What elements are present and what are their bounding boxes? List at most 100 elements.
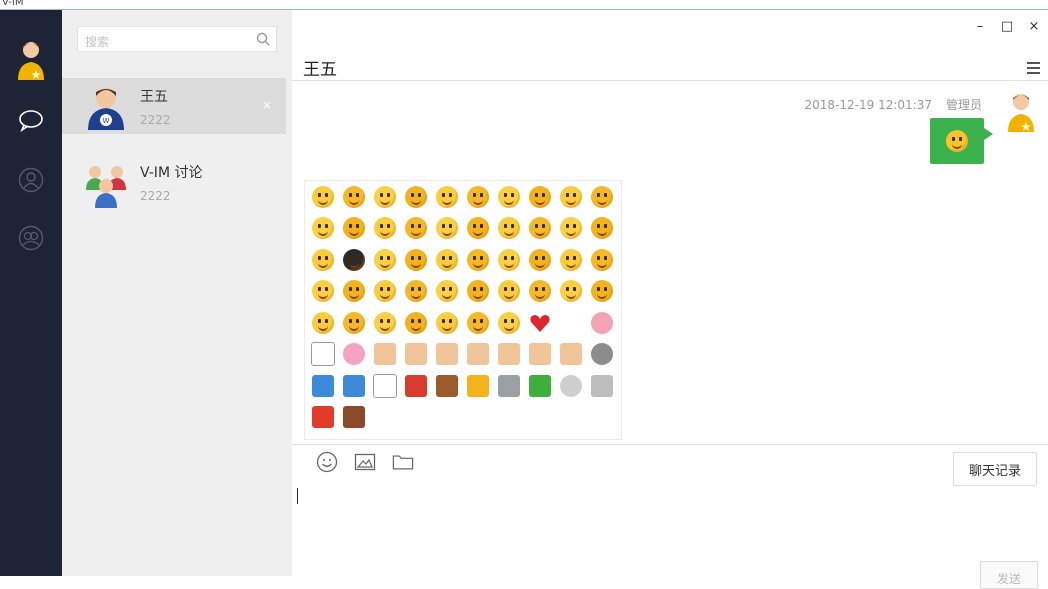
emoji-face-icon[interactable] xyxy=(493,307,524,339)
emoji-face-icon[interactable] xyxy=(431,276,462,308)
session-item[interactable]: W 王五 2222 × xyxy=(62,78,286,134)
maximize-button[interactable]: □ xyxy=(1001,19,1013,34)
my-avatar[interactable] xyxy=(14,40,48,82)
emoji-face-icon[interactable] xyxy=(338,213,369,245)
emoji-icon[interactable] xyxy=(316,451,338,473)
user-avatar: W xyxy=(84,84,128,130)
emoji-face-icon[interactable] xyxy=(369,276,400,308)
emoji-hand-icon[interactable] xyxy=(524,339,555,371)
emoji-face-icon[interactable] xyxy=(555,244,586,276)
emoji-face-icon[interactable] xyxy=(400,307,431,339)
emoji-face-icon[interactable] xyxy=(524,181,555,213)
emoji-face-icon[interactable] xyxy=(338,244,369,276)
emoji-hand-icon[interactable] xyxy=(431,339,462,371)
menu-icon[interactable] xyxy=(1027,62,1040,77)
emoji-tile-gray-icon[interactable] xyxy=(493,370,524,402)
session-preview: 2222 xyxy=(140,113,171,127)
emoji-candle-icon[interactable] xyxy=(307,402,338,434)
emoji-face-icon[interactable] xyxy=(307,181,338,213)
groups-nav-icon[interactable] xyxy=(17,224,45,252)
search-icon[interactable] xyxy=(256,32,270,50)
emoji-tile-brown-icon[interactable] xyxy=(431,370,462,402)
emoji-face-icon[interactable] xyxy=(307,244,338,276)
emoji-cake-icon[interactable] xyxy=(338,402,369,434)
emoji-face-icon[interactable] xyxy=(586,181,617,213)
emoji-heart-icon[interactable] xyxy=(524,307,555,339)
emoji-face-icon[interactable] xyxy=(338,307,369,339)
emoji-face-icon[interactable] xyxy=(586,244,617,276)
emoji-hand-icon[interactable] xyxy=(462,339,493,371)
emoji-face-icon[interactable] xyxy=(400,244,431,276)
contacts-nav-icon[interactable] xyxy=(17,166,45,194)
emoji-face-icon[interactable] xyxy=(431,307,462,339)
emoji-face-icon[interactable] xyxy=(524,276,555,308)
emoji-face-icon[interactable] xyxy=(307,276,338,308)
emoji-face-icon[interactable] xyxy=(555,181,586,213)
emoji-face-icon[interactable] xyxy=(307,213,338,245)
session-item[interactable]: V-IM 讨论 2222 xyxy=(62,154,286,210)
send-button[interactable]: 发送 xyxy=(980,561,1038,589)
sender-avatar xyxy=(1004,92,1038,134)
window-controls: – □ × xyxy=(974,19,1040,34)
emoji-face-icon[interactable] xyxy=(400,213,431,245)
emoji-face-icon[interactable] xyxy=(400,276,431,308)
emoji-rabbit-icon[interactable] xyxy=(338,339,369,371)
message-input[interactable] xyxy=(297,488,298,504)
emoji-face-icon[interactable] xyxy=(586,213,617,245)
message-sender: 管理员 xyxy=(945,98,982,112)
close-button[interactable]: × xyxy=(1028,19,1040,34)
emoji-face-icon[interactable] xyxy=(493,244,524,276)
emoji-face-icon[interactable] xyxy=(431,181,462,213)
emoji-face-icon[interactable] xyxy=(338,181,369,213)
emoji-hand-icon[interactable] xyxy=(493,339,524,371)
emoji-tile-red-icon[interactable] xyxy=(400,370,431,402)
emoji-face-icon xyxy=(946,130,968,152)
emoji-face-icon[interactable] xyxy=(462,307,493,339)
emoji-tile-blue-icon[interactable] xyxy=(338,370,369,402)
folder-icon[interactable] xyxy=(392,451,414,473)
emoji-face-icon[interactable] xyxy=(493,276,524,308)
emoji-pig-icon[interactable] xyxy=(586,307,617,339)
session-preview: 2222 xyxy=(140,189,171,203)
emoji-face-icon[interactable] xyxy=(307,307,338,339)
emoji-face-icon[interactable] xyxy=(462,276,493,308)
emoji-face-icon[interactable] xyxy=(493,181,524,213)
emoji-face-icon[interactable] xyxy=(369,244,400,276)
emoji-face-icon[interactable] xyxy=(431,213,462,245)
search-box[interactable]: 搜索 xyxy=(77,26,277,52)
emoji-face-icon[interactable] xyxy=(524,213,555,245)
emoji-face-icon[interactable] xyxy=(493,213,524,245)
emoji-bear-icon[interactable] xyxy=(586,339,617,371)
emoji-face-icon[interactable] xyxy=(555,213,586,245)
emoji-face-icon[interactable] xyxy=(338,276,369,308)
emoji-face-icon[interactable] xyxy=(524,244,555,276)
chat-history-button[interactable]: 聊天记录 xyxy=(953,452,1037,486)
search-input[interactable]: 搜索 xyxy=(85,33,109,50)
image-icon[interactable] xyxy=(354,451,376,473)
emoji-hand-icon[interactable] xyxy=(555,339,586,371)
message-meta: 2018-12-19 12:01:37 管理员 xyxy=(805,96,982,113)
emoji-hand-icon[interactable] xyxy=(400,339,431,371)
emoji-face-icon[interactable] xyxy=(400,181,431,213)
emoji-panda-icon[interactable] xyxy=(307,339,338,371)
emoji-face-icon[interactable] xyxy=(369,213,400,245)
chat-nav-icon[interactable] xyxy=(17,106,45,134)
emoji-face-icon[interactable] xyxy=(462,244,493,276)
emoji-hand-icon[interactable] xyxy=(369,339,400,371)
emoji-face-icon[interactable] xyxy=(462,181,493,213)
emoji-clock-icon[interactable] xyxy=(555,370,586,402)
minimize-button[interactable]: – xyxy=(974,19,986,34)
close-session-icon[interactable]: × xyxy=(262,98,272,112)
emoji-gift-icon[interactable] xyxy=(524,370,555,402)
emoji-cloud-icon[interactable] xyxy=(369,370,400,402)
emoji-blank-icon[interactable] xyxy=(555,307,586,339)
emoji-tile-blue-icon[interactable] xyxy=(307,370,338,402)
emoji-face-icon[interactable] xyxy=(369,181,400,213)
emoji-arrow-icon[interactable] xyxy=(462,370,493,402)
emoji-face-icon[interactable] xyxy=(555,276,586,308)
emoji-face-icon[interactable] xyxy=(369,307,400,339)
emoji-face-icon[interactable] xyxy=(586,276,617,308)
emoji-face-icon[interactable] xyxy=(462,213,493,245)
emoji-face-icon[interactable] xyxy=(431,244,462,276)
emoji-mic-icon[interactable] xyxy=(586,370,617,402)
